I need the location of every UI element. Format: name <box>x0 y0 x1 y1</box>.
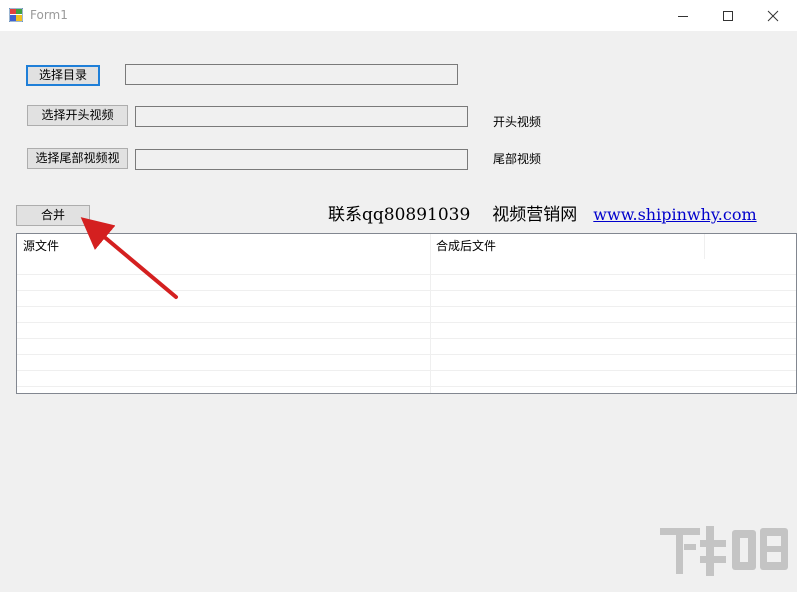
outro-video-path-field[interactable] <box>135 149 468 170</box>
grid-line <box>17 306 796 307</box>
contact-info: 联系qq80891039 视频营销网 www.shipinwhy.com <box>328 200 757 225</box>
select-outro-video-button[interactable]: 选择尾部视频视 <box>27 148 128 169</box>
minimize-icon <box>678 15 688 17</box>
form1-window: Form1 选择目录 选择开头视频 开头视频 选择尾部视频视 尾部视频 合并 联 <box>0 0 797 592</box>
column-divider <box>704 234 705 259</box>
grid-line <box>17 386 796 387</box>
close-button[interactable] <box>750 0 796 31</box>
merge-button[interactable]: 合并 <box>16 205 90 226</box>
website-link[interactable]: www.shipinwhy.com <box>593 205 756 224</box>
intro-video-label: 开头视频 <box>493 115 542 129</box>
select-intro-video-button[interactable]: 选择开头视频 <box>27 105 128 126</box>
watermark-logo <box>660 526 788 576</box>
window-title: Form1 <box>30 8 68 22</box>
close-icon <box>767 10 779 21</box>
file-list-view[interactable]: 源文件 合成后文件 <box>16 233 797 394</box>
grid-line <box>17 274 796 275</box>
directory-path-field[interactable] <box>125 64 458 85</box>
maximize-icon <box>723 10 733 21</box>
contact-qq-text: 联系qq80891039 <box>328 205 471 225</box>
maximize-button[interactable] <box>705 0 751 31</box>
list-header: 源文件 合成后文件 <box>17 234 796 259</box>
outro-video-label: 尾部视频 <box>493 152 542 166</box>
title-bar[interactable]: Form1 <box>0 0 797 31</box>
minimize-button[interactable] <box>660 0 706 31</box>
select-directory-button[interactable]: 选择目录 <box>26 65 100 86</box>
grid-line <box>17 322 796 323</box>
windows-forms-app-icon <box>9 8 23 22</box>
brand-name-text: 视频营销网 <box>492 205 578 225</box>
grid-line <box>17 354 796 355</box>
grid-line <box>17 338 796 339</box>
column-header-merged-file[interactable]: 合成后文件 <box>430 234 704 259</box>
column-header-source-file[interactable]: 源文件 <box>17 234 430 259</box>
grid-line <box>17 290 796 291</box>
intro-video-path-field[interactable] <box>135 106 468 127</box>
grid-line <box>17 370 796 371</box>
